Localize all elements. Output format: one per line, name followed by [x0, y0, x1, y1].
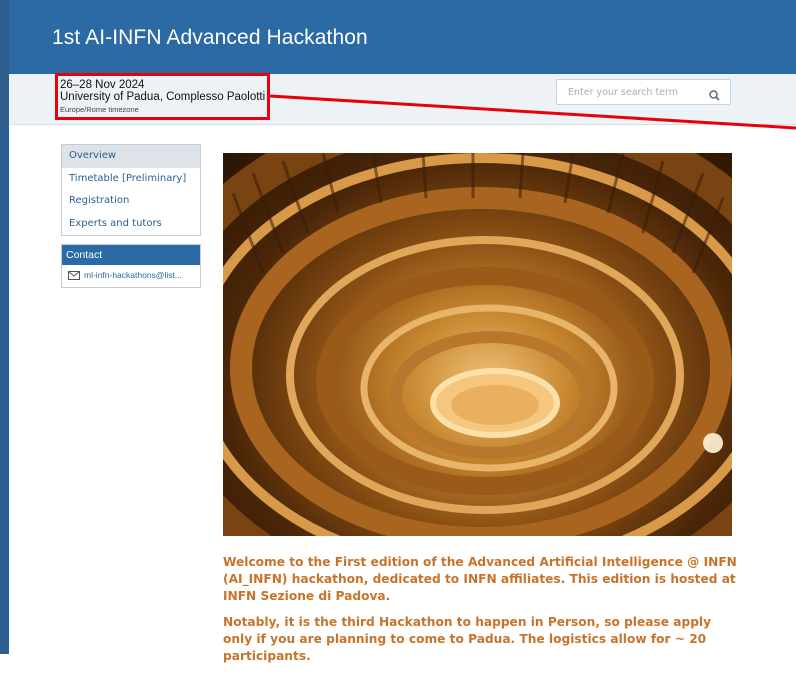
- menu-item-overview[interactable]: Overview: [62, 145, 200, 168]
- menu-item-experts[interactable]: Experts and tutors: [62, 213, 200, 236]
- contact-email[interactable]: ml-infn-hackathons@list...: [84, 270, 182, 280]
- event-dates: 26–28 Nov 2024: [60, 79, 145, 91]
- menu-item-timetable[interactable]: Timetable [Preliminary]: [62, 168, 200, 191]
- description-paragraph: Notably, it is the third Hackathon to ha…: [223, 615, 712, 663]
- event-timezone: Europe/Rome timezone: [60, 105, 139, 114]
- search-box[interactable]: [556, 79, 731, 105]
- event-details: 26–28 Nov 2024 University of Padua, Comp…: [60, 79, 265, 116]
- contact-email-link[interactable]: ml-infn-hackathons@list...: [62, 265, 200, 285]
- event-venue: University of Padua, Complesso Paolotti: [60, 91, 266, 103]
- search-icon[interactable]: [709, 86, 720, 105]
- anatomical-theatre-photo: [223, 153, 732, 536]
- page-frame-left: [0, 0, 9, 654]
- sidebar-menu: Overview Timetable [Preliminary] Registr…: [61, 144, 201, 236]
- search-input[interactable]: [566, 85, 710, 99]
- contact-heading: Contact: [62, 245, 200, 265]
- envelope-icon: [68, 270, 80, 280]
- event-title[interactable]: 1st AI-INFN Advanced Hackathon: [52, 26, 368, 50]
- event-description: Welcome to the First edition of the Adva…: [223, 554, 743, 674]
- contact-box: Contact ml-infn-hackathons@list...: [61, 244, 201, 288]
- description-paragraph: Welcome to the First edition of the Adva…: [223, 555, 737, 603]
- menu-item-registration[interactable]: Registration: [62, 190, 200, 213]
